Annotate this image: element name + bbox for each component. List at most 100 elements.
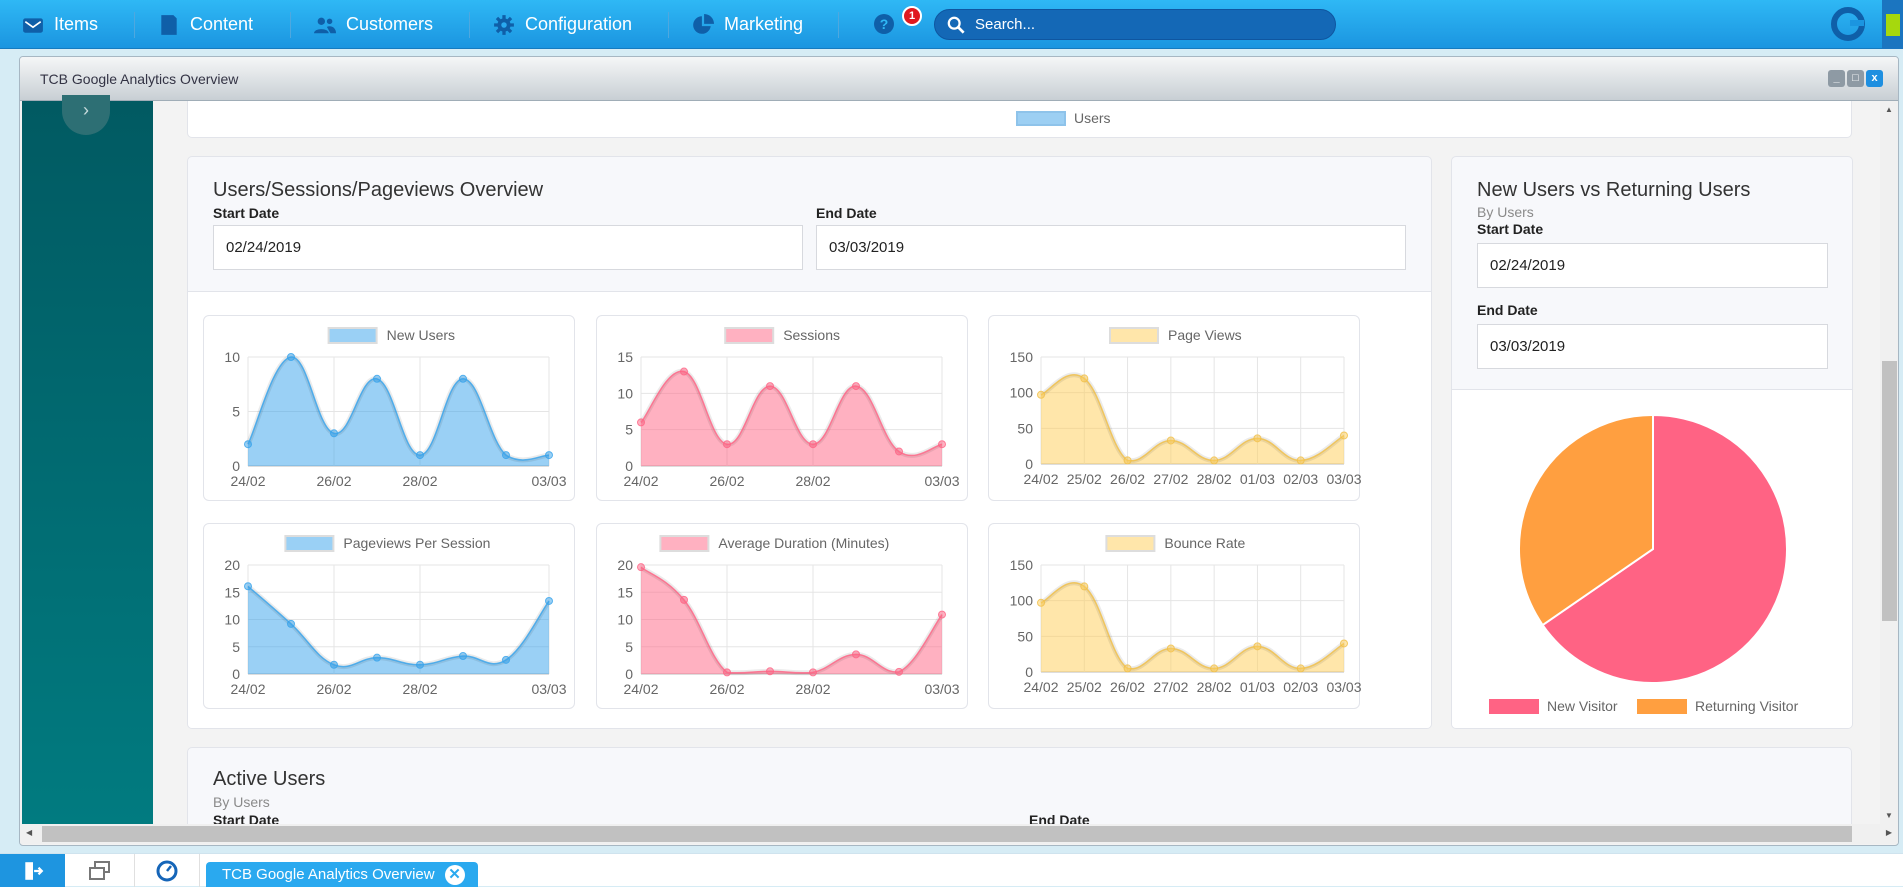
data-point [895,667,903,676]
taskbar-tab[interactable]: TCB Google Analytics Overview ✕ [206,862,478,887]
legend-swatch [1109,327,1159,344]
data-point [1080,582,1089,591]
x-tick-label: 03/03 [924,681,959,697]
x-tick-label: 26/02 [316,681,351,697]
users-chart-card: Users [187,101,1852,138]
logout-button[interactable] [0,854,65,887]
x-tick-label: 27/02 [1153,471,1188,487]
users-legend: Users [1016,110,1111,126]
start-date-label: Start Date [213,812,280,824]
legend-label: Bounce Rate [1164,535,1245,551]
data-point [416,660,424,669]
nav-items[interactable]: Items [22,0,98,49]
x-tick-label: 28/02 [402,681,437,697]
area-fill [641,567,942,674]
pie-area: New Visitor Returning Visitor [1452,389,1852,728]
x-tick-label: 02/03 [1283,471,1318,487]
y-tick-label: 5 [232,404,240,420]
start-date-label: Start Date [1477,221,1544,237]
minimize-button[interactable]: _ [1828,70,1845,87]
brand-mark [1882,0,1903,49]
dashboard-content: Users Users/Sessions/Pageviews Overview … [153,101,1880,824]
dashboard-button[interactable] [135,854,200,887]
window-title: TCB Google Analytics Overview [40,71,239,87]
overview-title: Users/Sessions/Pageviews Overview [213,179,544,201]
x-tick-label: 28/02 [795,681,830,697]
y-tick-label: 0 [625,666,633,682]
y-tick-label: 20 [617,557,633,573]
logout-icon [24,861,43,880]
x-tick-label: 28/02 [1197,679,1232,695]
data-point [809,440,817,449]
data-point [502,451,510,460]
y-tick-label: 0 [232,458,240,474]
average-duration-chart: Average Duration (Minutes) 0 5 10 15 20 24/02 2… [596,523,968,709]
bounce-rate-chart: Bounce Rate 0 50 100 150 24/02 25/02 26/02 27/02… [988,523,1361,709]
new-vs-returning-panel: New Users vs Returning Users By Users St… [1451,156,1853,729]
windows-icon [88,860,110,880]
x-tick-label: 03/03 [1326,471,1361,487]
help-button[interactable]: ? [874,14,894,34]
new-users-chart: New Users 0 5 10 24/02 26/02 28/02 03/03 [203,315,575,501]
data-point [1037,390,1045,399]
windows-button[interactable] [65,854,135,887]
inbox-icon [23,17,43,33]
chart-svg: Sessions 0 5 10 15 24/02 26/02 28/02 03/03 [617,327,960,489]
legend-swatch [327,327,378,344]
x-tick-label: 24/02 [230,473,265,489]
start-date-label: Start Date [213,205,280,221]
x-tick-label: 27/02 [1153,679,1188,695]
start-date-input[interactable]: 02/24/2019 [213,225,803,270]
data-point [938,440,946,449]
pie-chart [1518,413,1788,684]
data-point [1080,374,1089,383]
end-date-input[interactable]: 03/03/2019 [1477,324,1828,369]
legend-returning-visitor[interactable]: Returning Visitor [1637,698,1798,714]
legend-swatch [659,535,710,552]
data-point [1210,456,1219,465]
y-tick-label: 10 [617,385,633,401]
x-tick-label: 25/02 [1067,679,1102,695]
nav-configuration[interactable]: Configuration [493,0,632,49]
top-navigation: Items Content Customers Configuration Ma… [0,0,1903,49]
end-date-input[interactable]: 03/03/2019 [816,225,1406,270]
nav-customers[interactable]: Customers [314,0,433,49]
legend-swatch [1016,110,1066,126]
y-tick-label: 0 [232,666,240,682]
data-point [680,367,688,376]
search-input[interactable]: Search... [934,9,1336,40]
x-tick-label: 26/02 [316,473,351,489]
y-tick-label: 5 [232,639,240,655]
sessions-chart: Sessions 0 5 10 15 24/02 26/02 28/02 03/03 [596,315,968,501]
data-point [723,668,731,677]
legend-swatch [1637,698,1687,714]
x-tick-label: 26/02 [709,473,744,489]
nav-marketing[interactable]: Marketing [692,0,803,49]
legend-swatch [284,535,335,552]
taskbar: TCB Google Analytics Overview ✕ [0,853,1903,887]
returning-title: New Users vs Returning Users [1477,179,1751,201]
data-point [1340,431,1348,440]
x-tick-label: 24/02 [1023,679,1058,695]
y-tick-label: 15 [617,584,633,600]
maximize-button[interactable]: □ [1847,70,1864,87]
legend-swatch [724,327,775,344]
charts-area: New Users 0 5 10 24/02 26/02 28/02 03/03 Sessio… [188,291,1431,728]
y-tick-label: 150 [1010,349,1034,365]
legend-new-visitor[interactable]: New Visitor [1489,698,1618,714]
chart-svg: Page Views 0 50 100 150 24/02 25/02 26/02 27/02 2… [1010,327,1361,487]
horizontal-scroll-thumb[interactable] [42,826,1852,842]
active-title: Active Users [213,768,326,790]
close-tab-icon[interactable]: ✕ [444,864,465,885]
legend-label: New Users [387,327,455,343]
nav-content[interactable]: Content [158,0,253,49]
start-date-input[interactable]: 02/24/2019 [1477,243,1828,288]
active-subtitle: By Users [213,794,270,810]
x-tick-label: 01/03 [1240,679,1275,695]
data-point [1296,664,1305,673]
data-point [1340,639,1348,648]
close-button[interactable]: x [1866,70,1883,87]
sidebar-expand-button[interactable]: › [62,95,110,135]
vertical-scroll-thumb[interactable] [1882,361,1897,621]
y-tick-label: 0 [1025,456,1033,472]
